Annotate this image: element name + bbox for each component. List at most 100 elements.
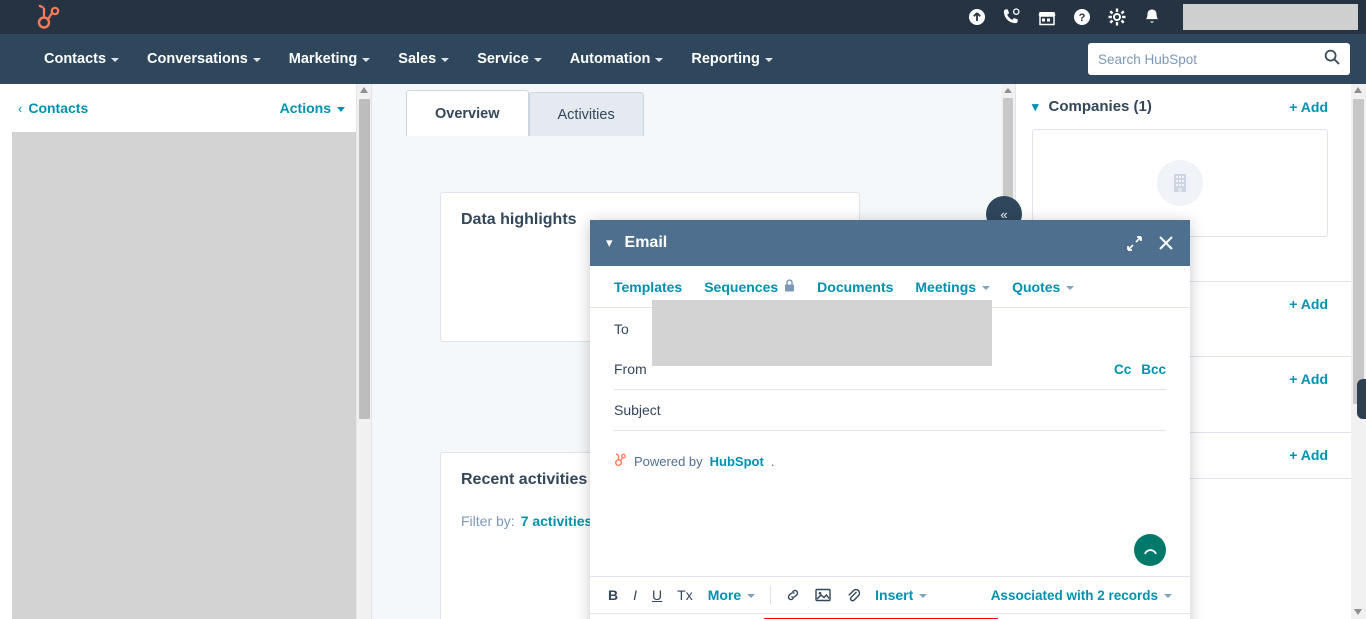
toolbar-divider xyxy=(770,586,772,604)
chevron-down-icon xyxy=(441,58,450,62)
scroll-up-icon[interactable] xyxy=(360,87,368,93)
add-company-button[interactable]: + Add xyxy=(1289,99,1328,115)
scroll-thumb[interactable] xyxy=(359,99,370,419)
lock-icon xyxy=(784,278,795,295)
scroll-up-icon[interactable] xyxy=(1354,87,1362,93)
page-content: ‹ Contacts Actions Overview Activities D… xyxy=(0,84,1366,619)
account-area-redacted[interactable] xyxy=(1183,4,1358,30)
breadcrumb-contacts[interactable]: ‹ Contacts xyxy=(18,100,88,116)
nav-label: Marketing xyxy=(288,51,358,67)
bold-button[interactable]: B xyxy=(608,587,618,603)
clear-format-button[interactable]: Tx xyxy=(677,587,693,603)
nav-item-contacts[interactable]: Contacts xyxy=(30,51,133,67)
bcc-button[interactable]: Bcc xyxy=(1141,362,1166,377)
record-tabs: Overview Activities xyxy=(372,84,1015,136)
left-scrollbar[interactable] xyxy=(356,84,371,619)
cc-button[interactable]: Cc xyxy=(1114,362,1131,377)
contact-details-redacted xyxy=(12,132,358,619)
nav-label: Reporting xyxy=(691,51,760,67)
italic-button[interactable]: I xyxy=(633,587,637,603)
section-header: ▾ Companies (1) + Add xyxy=(1032,98,1328,115)
signature-suffix: . xyxy=(770,454,775,469)
chevron-down-icon xyxy=(747,594,756,598)
add-deal-button[interactable]: + Add xyxy=(1289,296,1328,312)
hubspot-sprocket-icon xyxy=(614,453,627,470)
chevron-down-icon xyxy=(919,594,928,598)
section-title-label: Companies (1) xyxy=(1048,98,1152,115)
chevron-down-icon xyxy=(362,58,371,62)
templates-button[interactable]: Templates xyxy=(614,279,682,295)
nav-item-service[interactable]: Service xyxy=(463,51,556,67)
subject-label: Subject xyxy=(614,402,661,418)
nav-label: Contacts xyxy=(44,51,107,67)
hubspot-logo-icon[interactable] xyxy=(34,4,64,30)
nav-label: Conversations xyxy=(147,51,248,67)
scroll-up-icon[interactable] xyxy=(1004,88,1012,93)
email-body[interactable]: Powered by HubSpot. xyxy=(590,431,1190,576)
modal-footer: Send Create a To-do task to follow up In… xyxy=(590,614,1190,619)
right-scrollbar[interactable] xyxy=(1351,84,1366,619)
chevron-down-icon xyxy=(111,58,120,62)
quotes-button[interactable]: Quotes xyxy=(1012,279,1075,295)
help-icon[interactable]: ? xyxy=(1072,8,1091,27)
settings-icon[interactable] xyxy=(1107,8,1126,27)
section-title[interactable]: ▾ Companies (1) xyxy=(1032,98,1152,115)
global-search[interactable] xyxy=(1088,43,1350,75)
nav-item-sales[interactable]: Sales xyxy=(384,51,463,67)
meetings-button[interactable]: Meetings xyxy=(915,279,991,295)
chat-widget-icon[interactable] xyxy=(1134,534,1166,566)
company-building-icon xyxy=(1157,160,1203,206)
nav-label: Service xyxy=(477,51,529,67)
filter-label: Filter by: xyxy=(461,513,515,529)
nav-item-reporting[interactable]: Reporting xyxy=(677,51,786,67)
nav-item-conversations[interactable]: Conversations xyxy=(133,51,275,67)
nav-items: Contacts Conversations Marketing Sales S… xyxy=(30,51,787,67)
more-formats-button[interactable]: More xyxy=(708,587,756,603)
nav-item-automation[interactable]: Automation xyxy=(556,51,678,67)
insert-button[interactable]: Insert xyxy=(875,587,928,603)
notifications-icon[interactable] xyxy=(1142,8,1161,27)
nav-item-marketing[interactable]: Marketing xyxy=(275,51,385,67)
chevron-down-icon[interactable]: ▾ xyxy=(1032,99,1039,115)
left-sidebar: ‹ Contacts Actions xyxy=(0,84,372,619)
underline-button[interactable]: U xyxy=(652,587,662,603)
modal-title: Email xyxy=(624,234,668,251)
email-fields: To From Cc Bcc Subject xyxy=(590,300,1190,431)
actions-label: Actions xyxy=(279,100,331,116)
chevron-down-icon xyxy=(337,106,345,112)
hubspot-crm-app: ? Contacts Conversations Marketing Sales… xyxy=(0,0,1366,619)
sequences-button[interactable]: Sequences xyxy=(704,279,795,295)
filter-value[interactable]: 7 activities xyxy=(521,513,593,529)
marketplace-icon[interactable] xyxy=(1037,8,1056,27)
calling-icon[interactable] xyxy=(1002,8,1021,27)
add-ticket-button[interactable]: + Add xyxy=(1289,371,1328,387)
chevron-down-icon xyxy=(1066,285,1075,290)
image-icon[interactable] xyxy=(815,588,831,602)
left-sidebar-header: ‹ Contacts Actions xyxy=(0,84,371,132)
upgrade-icon[interactable] xyxy=(967,8,986,27)
signature-brand[interactable]: HubSpot xyxy=(710,454,764,469)
add-contact-button[interactable]: + Add xyxy=(1289,447,1328,463)
expand-icon[interactable] xyxy=(1127,235,1142,251)
nav-label: Sales xyxy=(398,51,437,67)
search-icon[interactable] xyxy=(1324,49,1340,70)
search-input[interactable] xyxy=(1098,51,1324,67)
documents-button[interactable]: Documents xyxy=(817,279,893,295)
tab-overview[interactable]: Overview xyxy=(406,90,529,136)
collapse-chevron-icon[interactable]: ▾ xyxy=(606,235,613,251)
link-icon[interactable] xyxy=(786,588,800,602)
scroll-thumb[interactable] xyxy=(1353,99,1364,404)
actions-dropdown[interactable]: Actions xyxy=(280,100,345,116)
nav-label: Automation xyxy=(569,51,651,67)
close-icon[interactable] xyxy=(1158,235,1174,251)
associated-records-button[interactable]: Associated with 2 records xyxy=(991,588,1172,603)
paperclip-icon[interactable] xyxy=(846,588,861,603)
sidebar-edge-handle[interactable] xyxy=(1357,379,1366,419)
tab-label: Overview xyxy=(435,105,500,122)
scroll-down-icon[interactable] xyxy=(1354,609,1362,615)
tab-label: Activities xyxy=(557,106,615,123)
tab-activities[interactable]: Activities xyxy=(528,92,644,136)
chevron-down-icon xyxy=(655,58,664,62)
chevron-down-icon xyxy=(982,285,991,290)
field-subject[interactable]: Subject xyxy=(614,390,1166,431)
